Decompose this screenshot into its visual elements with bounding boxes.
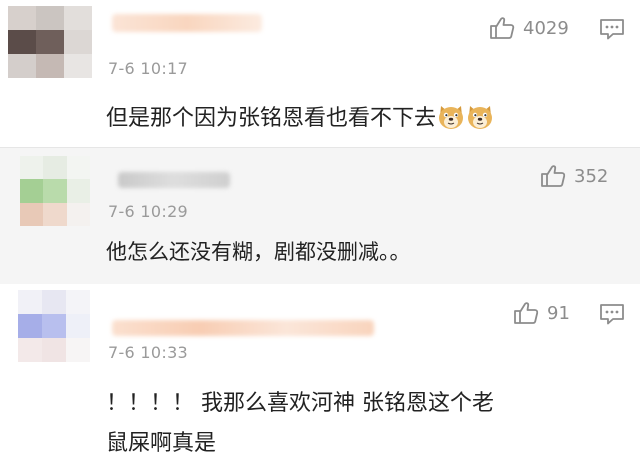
- comment-text-line: ！！！！ 我那么喜欢河神 张铭恩这个老: [106, 391, 494, 416]
- doge-emoji: [439, 106, 464, 129]
- comment-text-content: 但是那个因为张铭恩看也看不下去: [106, 106, 437, 131]
- avatar[interactable]: [18, 290, 90, 362]
- comment-bubble-icon: [600, 304, 624, 325]
- doge-emoji: [468, 106, 493, 129]
- like-count: 91: [547, 302, 570, 324]
- username-blurred[interactable]: [112, 14, 262, 32]
- like-count: 352: [574, 165, 609, 187]
- comment-item: 4029 7-6 10:17 但是那个因为张铭恩看也看不下去: [0, 0, 640, 148]
- reply-button[interactable]: [599, 303, 625, 329]
- comment-item: 91 7-6 10:33 ！！！！ 我那么喜欢河神 张铭恩这个老 鼠屎啊真是: [0, 284, 640, 468]
- like-button[interactable]: 352: [540, 164, 608, 188]
- comment-text: 但是那个因为张铭恩看也看不下去: [106, 101, 626, 137]
- like-count: 4029: [523, 17, 569, 39]
- like-button[interactable]: 4029: [489, 16, 569, 40]
- like-button[interactable]: 91: [513, 301, 570, 325]
- reply-button[interactable]: [599, 18, 625, 44]
- comment-bubble-icon: [600, 19, 624, 40]
- comment-item: 352 7-6 10:29 他怎么还没有糊，剧都没删减。。: [0, 148, 640, 284]
- comment-text-line: 鼠屎啊真是: [106, 431, 217, 456]
- comment-text: 他怎么还没有糊，剧都没删减。。: [106, 240, 411, 264]
- avatar[interactable]: [8, 6, 92, 78]
- comment-timestamp: 7-6 10:33: [108, 343, 189, 362]
- thumbs-up-icon: [514, 302, 539, 324]
- comment-text: ！！！！ 我那么喜欢河神 张铭恩这个老 鼠屎啊真是: [106, 384, 626, 464]
- comment-timestamp: 7-6 10:17: [108, 59, 189, 78]
- thumbs-up-icon: [541, 165, 566, 187]
- username-blurred[interactable]: [112, 320, 374, 336]
- username-blurred[interactable]: [118, 172, 230, 188]
- comment-timestamp: 7-6 10:29: [108, 202, 189, 221]
- avatar[interactable]: [20, 156, 90, 226]
- thumbs-up-icon: [490, 17, 515, 39]
